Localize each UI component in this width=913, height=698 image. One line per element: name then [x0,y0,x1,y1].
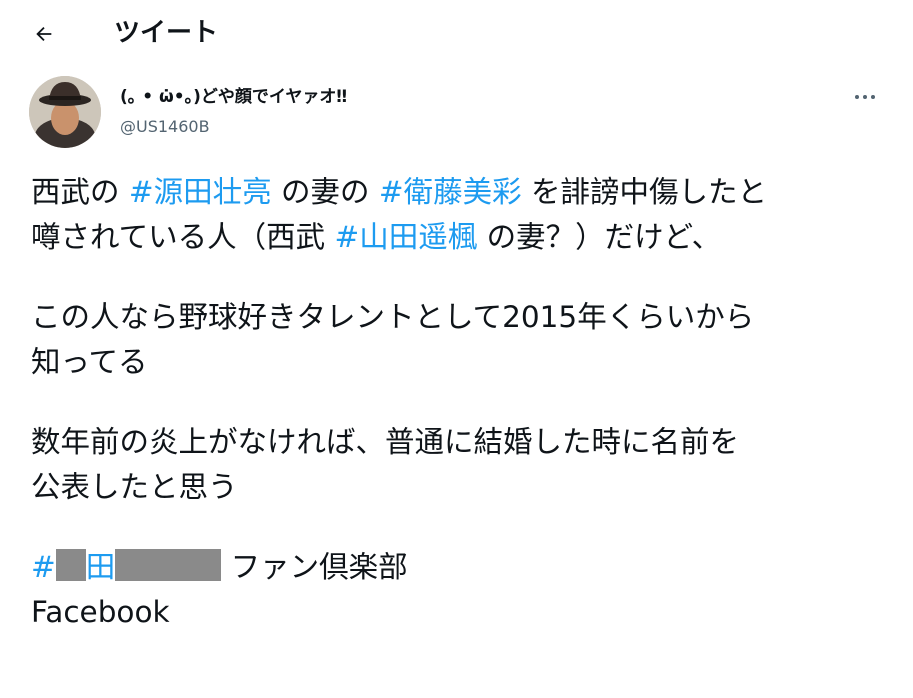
tweet-header: ツイート [0,0,913,66]
avatar[interactable] [29,76,101,148]
text-segment: の妻？）だけど、 [477,220,722,254]
arrow-left-icon [36,26,52,42]
hashtag-visible-char: 田 [85,550,116,584]
author-handle[interactable]: @US1460B [120,116,210,138]
text-segment: 噂されている人（西武 [31,220,335,254]
text-segment: の妻の [271,175,379,209]
man-in-fedora-avatar [29,76,101,148]
hashtag-link[interactable]: #衛藤美彩 [379,175,522,209]
tweet-line: Facebook [31,595,170,629]
tweet-line: # 田 ファン倶楽部 [31,545,891,590]
text-segment: ファン倶楽部 [221,550,408,584]
hashtag-link[interactable]: #源田壮亮 [129,175,272,209]
text-segment: を誹謗中傷したと [521,175,767,209]
hashtag-hash: # [31,550,56,584]
redaction-block [55,549,86,581]
hashtag-link[interactable]: #山田遥楓 [335,220,478,254]
more-button[interactable] [846,80,884,114]
tweet-line: 知ってる [31,345,148,379]
author-display-name[interactable]: (｡ • ω̇•｡)どや顔でイヤァオ‼ [120,86,347,108]
more-dots-icon [855,95,875,99]
tweet-line: 噂されている人（西武 #山田遥楓 の妻？）だけど、 [31,215,891,260]
tweet-line: 公表したと思う [31,470,238,504]
tweet-line: 数年前の炎上がなければ、普通に結婚した時に名前を [31,425,740,459]
tweet-line: この人なら野球好きタレントとして2015年くらいから [31,300,755,334]
redaction-block [115,549,222,581]
back-button[interactable] [24,14,64,54]
tweet-line: 西武の #源田壮亮 の妻の #衛藤美彩 を誹謗中傷したと [31,170,891,215]
page-title: ツイート [114,18,219,48]
hashtag-link[interactable]: # 田 [31,549,222,584]
text-segment: 西武の [31,175,129,209]
tweet-body: 西武の #源田壮亮 の妻の #衛藤美彩 を誹謗中傷したと 噂されている人（西武 … [31,170,891,635]
